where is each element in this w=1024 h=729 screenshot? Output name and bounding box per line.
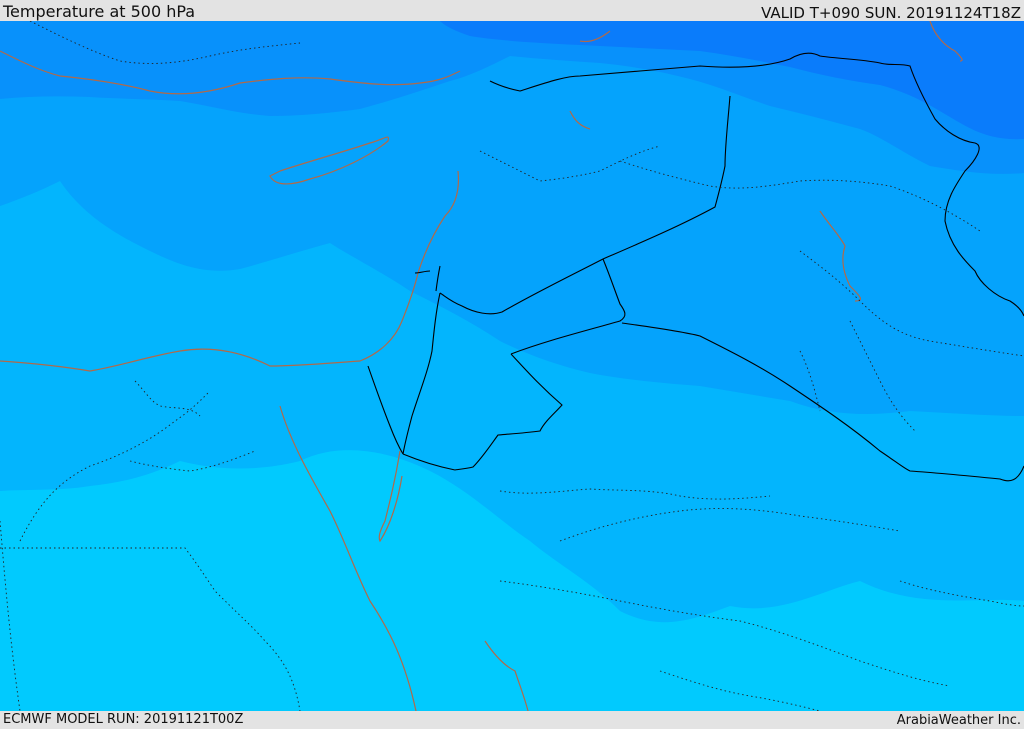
map-title: Temperature at 500 hPa [3, 2, 196, 21]
temperature-map [0, 21, 1024, 711]
valid-time: VALID T+090 SUN. 20191124T18Z [761, 4, 1021, 22]
credit-text: ArabiaWeather Inc. [896, 713, 1021, 728]
model-run: ECMWF MODEL RUN: 20191121T00Z [3, 712, 244, 727]
header-bar: Temperature at 500 hPa VALID T+090 SUN. … [0, 0, 1024, 21]
footer-bar: ECMWF MODEL RUN: 20191121T00Z ArabiaWeat… [0, 711, 1024, 729]
